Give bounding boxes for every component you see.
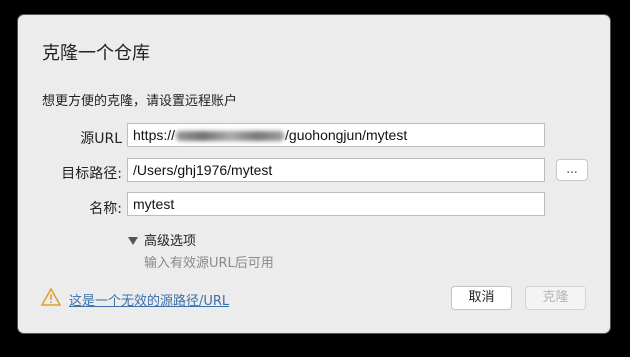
- cancel-button[interactable]: 取消: [451, 286, 512, 310]
- warning-icon: [41, 288, 61, 306]
- clone-button[interactable]: 克隆: [525, 286, 586, 310]
- advanced-options-hint: 输入有效源URL后可用: [144, 256, 274, 271]
- destination-path-label: 目标路径:: [61, 166, 122, 182]
- source-url-label: 源URL: [80, 131, 122, 147]
- clone-repository-dialog: 克隆一个仓库 想更方便的克隆，请设置远程账户 源URL https:// /guo…: [18, 15, 610, 333]
- source-url-input[interactable]: https:// /guohongjun/mytest: [127, 123, 545, 147]
- advanced-options-toggle[interactable]: 高级选项: [128, 230, 196, 249]
- advanced-options-label: 高级选项: [144, 234, 197, 249]
- source-url-prefix: https://: [133, 127, 176, 143]
- disclosure-triangle-icon: [128, 236, 138, 245]
- name-input[interactable]: mytest: [127, 192, 545, 216]
- remote-account-prompt[interactable]: 想更方便的克隆，请设置远程账户: [42, 90, 237, 109]
- source-url-suffix: /guohongjun/mytest: [285, 127, 408, 143]
- dialog-title: 克隆一个仓库: [42, 43, 150, 64]
- redacted-host: [176, 131, 285, 142]
- destination-path-input[interactable]: /Users/ghj1976/mytest: [127, 158, 545, 182]
- invalid-source-link[interactable]: 这是一个无效的源路径/URL: [69, 290, 229, 309]
- name-label: 名称:: [89, 201, 122, 217]
- browse-button[interactable]: ...: [556, 159, 588, 181]
